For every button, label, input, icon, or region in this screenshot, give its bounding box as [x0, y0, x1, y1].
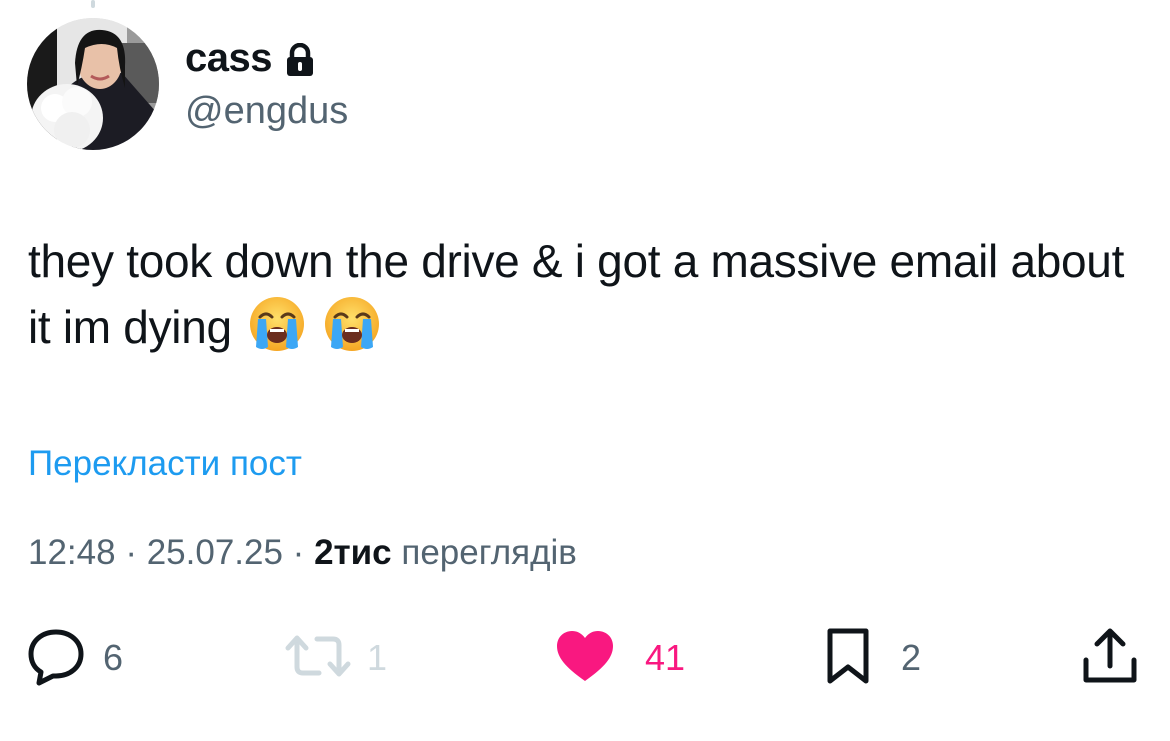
- share-button[interactable]: [1080, 626, 1140, 690]
- avatar[interactable]: [27, 18, 159, 150]
- reply-count: 6: [103, 637, 124, 678]
- tweet-text: they took down the drive & i got a massi…: [28, 235, 1125, 353]
- tweet-meta: 12:48 · 25.07.25 · 2тис переглядів: [28, 533, 577, 573]
- reply-icon: [25, 626, 87, 691]
- views-label: переглядів: [401, 533, 577, 572]
- meta-separator: ·: [282, 533, 315, 572]
- retweet-button[interactable]: 1: [285, 626, 387, 690]
- retweet-icon: [285, 631, 351, 686]
- meta-separator: ·: [115, 533, 147, 572]
- user-handle[interactable]: @engdus: [185, 90, 348, 133]
- display-name[interactable]: cass: [185, 36, 272, 81]
- views-count[interactable]: 2тис: [314, 533, 392, 572]
- loudly-crying-face-icon: [248, 295, 306, 370]
- retweet-count: 1: [367, 637, 388, 678]
- reply-button[interactable]: 6: [25, 626, 123, 690]
- lock-icon: [286, 42, 314, 77]
- bookmark-icon: [825, 627, 871, 690]
- loudly-crying-face-icon: [323, 295, 381, 370]
- like-button[interactable]: 41: [555, 626, 685, 690]
- translate-post-link[interactable]: Перекласти пост: [28, 444, 302, 484]
- avatar-photo: [27, 18, 159, 150]
- share-icon: [1080, 626, 1140, 691]
- heart-icon: [555, 629, 615, 688]
- tweet-text-block: they took down the drive & i got a massi…: [28, 228, 1143, 370]
- bookmark-count: 2: [901, 637, 922, 678]
- like-count: 41: [645, 637, 686, 678]
- thread-connector-line: [91, 0, 95, 8]
- tweet-date[interactable]: 25.07.25: [147, 533, 283, 572]
- tweet-time[interactable]: 12:48: [28, 533, 116, 572]
- bookmark-button[interactable]: 2: [825, 626, 921, 690]
